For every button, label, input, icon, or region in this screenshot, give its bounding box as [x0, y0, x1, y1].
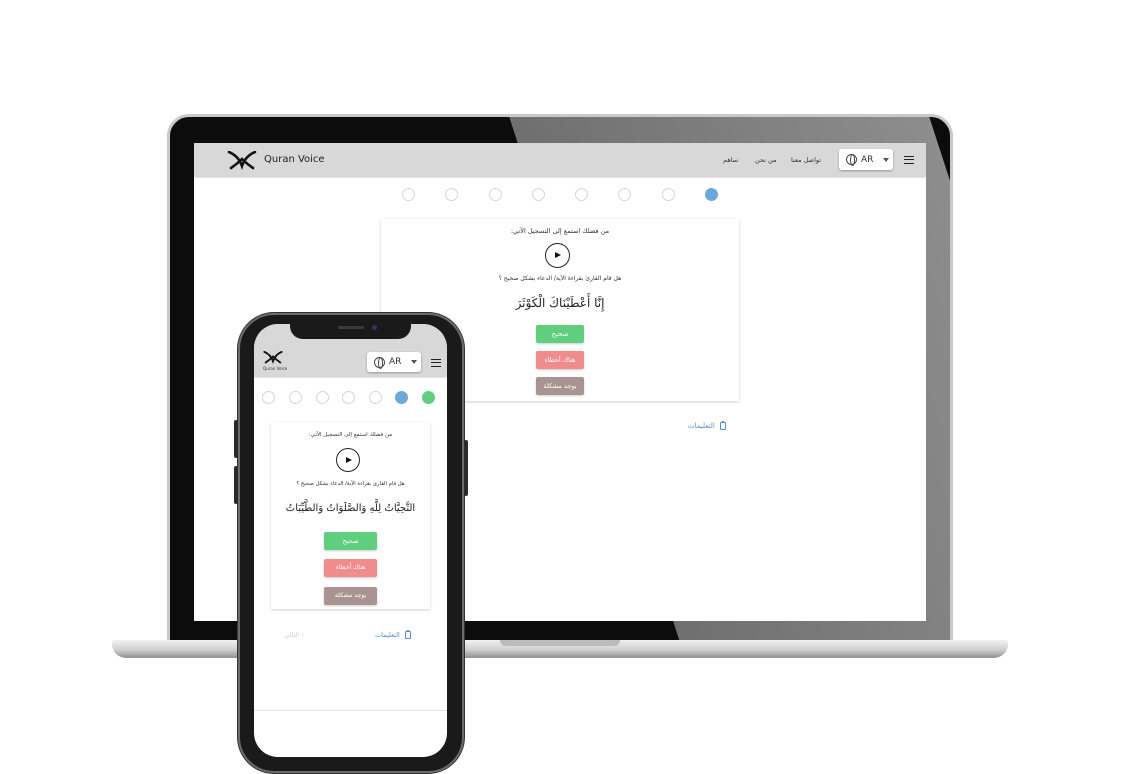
step-dot — [662, 188, 675, 201]
question-prompt: هل قام القارئ بقراءة الآية/ الدعاء بشكل … — [498, 275, 622, 282]
next-button[interactable]: ‹ التالي — [284, 631, 304, 639]
nav-link-about[interactable]: من نحن — [755, 156, 776, 164]
phone-speaker — [338, 326, 364, 329]
play-button[interactable] — [336, 448, 360, 472]
app-title[interactable]: Quran Voice — [264, 154, 325, 165]
phone-power-button — [464, 440, 468, 496]
globe-icon — [846, 154, 857, 166]
nav-link-contribute[interactable]: ساهم — [723, 156, 738, 164]
correct-button[interactable]: صحيح — [536, 325, 584, 343]
step-dot — [316, 391, 329, 404]
language-select[interactable]: AR — [367, 352, 421, 372]
step-dot-active — [395, 391, 408, 404]
mistakes-button[interactable]: هناك أخطاء — [536, 351, 584, 369]
chevron-left-icon: ‹ — [301, 631, 304, 639]
play-icon — [345, 456, 352, 463]
step-dot — [575, 188, 588, 201]
phone-camera — [372, 325, 377, 330]
caret-down-icon — [411, 360, 418, 364]
phone-volume-button — [234, 420, 238, 458]
globe-icon — [374, 356, 385, 369]
step-dot — [262, 391, 275, 404]
menu-icon[interactable] — [904, 156, 914, 164]
step-dot — [369, 391, 382, 404]
clipboard-icon — [719, 421, 726, 430]
step-dot — [402, 188, 415, 201]
step-dot-active — [705, 188, 718, 201]
instructions-label: التعليمات — [375, 631, 400, 639]
review-card: من فضلك استمع إلى التسجيل الآتي: هل قام … — [271, 423, 430, 609]
listen-prompt: من فضلك استمع إلى التسجيل الآتي: — [510, 227, 610, 235]
step-dot — [289, 391, 302, 404]
step-dot — [618, 188, 631, 201]
ayah-text: إِنَّا أَعْطَيْنَاكَ الْكَوْثَرَ — [515, 296, 605, 310]
correct-button[interactable]: صحيح — [324, 532, 377, 550]
play-icon — [555, 252, 561, 258]
clipboard-icon — [404, 630, 411, 639]
problem-button[interactable]: يوجد مشكلة — [536, 377, 584, 395]
quran-book-logo-icon[interactable] — [227, 151, 257, 170]
play-button[interactable] — [545, 243, 570, 268]
phone-screen: Quran Voice AR من فضلك استمع إلى التسجيل… — [254, 324, 447, 757]
instructions-link[interactable]: التعليمات — [375, 630, 411, 639]
instructions-link[interactable]: التعليمات — [688, 421, 726, 430]
ayah-text: التَّحِيَّاتُ لِلَّهِ وَالصَّلَوَاتُ وَا… — [285, 503, 416, 514]
listen-prompt: من فضلك استمع إلى التسجيل الآتي: — [308, 432, 393, 438]
phone-volume-button — [234, 466, 238, 504]
footer-divider — [254, 710, 447, 711]
next-label: التالي — [284, 631, 300, 639]
problem-button[interactable]: يوجد مشكلة — [324, 587, 377, 605]
phone-notch — [290, 322, 411, 339]
language-value: AR — [389, 357, 402, 367]
laptop-navbar: Quran Voice ساهم من نحن تواصل معنا AR — [194, 143, 926, 176]
app-title[interactable]: Quran Voice — [263, 366, 287, 371]
caret-down-icon — [883, 157, 890, 162]
instructions-label: التعليمات — [688, 422, 715, 430]
step-dot — [342, 391, 355, 404]
mistakes-button[interactable]: هناك أخطاء — [324, 559, 377, 577]
quran-book-logo-icon[interactable] — [263, 351, 283, 364]
language-value: AR — [861, 154, 874, 165]
language-select[interactable]: AR — [839, 149, 893, 170]
step-dot — [445, 188, 458, 201]
question-prompt: هل قام القارئ بقراءة الآية/ الدعاء بشكل … — [296, 481, 405, 487]
nav-link-contact[interactable]: تواصل معنا — [791, 156, 821, 164]
step-dot — [489, 188, 502, 201]
menu-icon[interactable] — [431, 359, 441, 367]
step-dot — [532, 188, 545, 201]
step-dot-done — [422, 391, 435, 404]
